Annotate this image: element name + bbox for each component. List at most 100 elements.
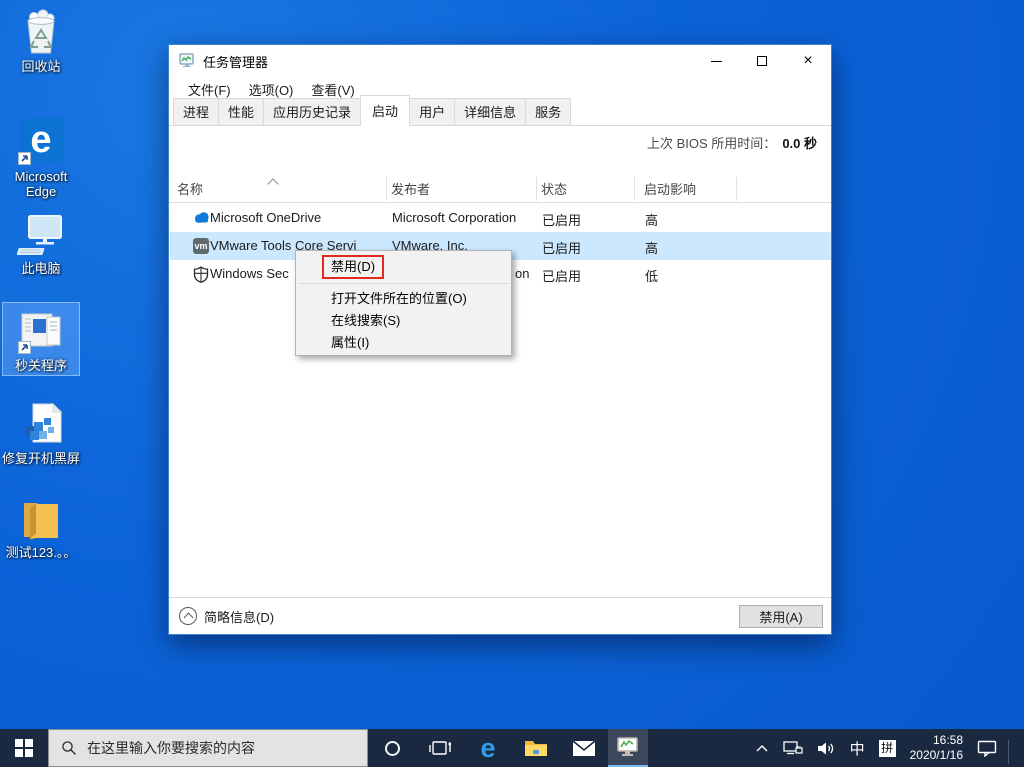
row-status: 已启用 xyxy=(542,213,582,228)
desktop-icon-microsoft-edge[interactable]: e Microsoft Edge xyxy=(2,116,80,199)
edge-taskbar-button[interactable]: e xyxy=(464,729,512,767)
minimize-icon xyxy=(710,60,722,62)
shortcut-arrow-icon xyxy=(18,152,31,165)
close-icon: × xyxy=(803,52,813,69)
last-bios-time: 上次 BIOS 所用时间： 0.0 秒 xyxy=(647,133,817,152)
desktop-icon-test-folder[interactable]: 测试123.。。 xyxy=(2,494,80,560)
desktop-icon-label: 此电脑 xyxy=(21,261,61,276)
context-menu-item-properties[interactable]: 属性(I) xyxy=(296,332,511,354)
recycle-bin-icon xyxy=(17,8,65,56)
column-header-status[interactable]: 状态 xyxy=(541,179,567,198)
tray-time: 16:58 xyxy=(932,733,963,747)
chevron-up-icon xyxy=(756,745,768,752)
speaker-icon xyxy=(817,742,833,754)
row-name: Microsoft OneDrive xyxy=(210,210,322,225)
desktop-icon-app-shortcut[interactable]: 秒关程序 xyxy=(2,302,80,376)
column-divider xyxy=(536,177,537,201)
row-name: Windows Sec xyxy=(210,266,289,281)
tray-divider xyxy=(1008,739,1009,764)
tab-services[interactable]: 服务 xyxy=(525,98,572,125)
desktop-icon-this-pc[interactable]: 此电脑 xyxy=(2,210,80,276)
fewer-details-toggle[interactable]: 简略信息(D) xyxy=(204,607,274,626)
volume-button[interactable] xyxy=(812,729,841,767)
table-header: 名称 发布者 状态 启动影响 xyxy=(169,175,831,203)
system-tray: 中 拼 16:58 2020/1/16 xyxy=(750,729,1024,767)
search-icon xyxy=(61,740,77,756)
close-button[interactable]: × xyxy=(785,45,831,77)
column-header-publisher[interactable]: 发布者 xyxy=(391,179,430,198)
mail-button[interactable] xyxy=(560,729,608,767)
this-pc-icon xyxy=(17,210,65,258)
minimize-button[interactable] xyxy=(693,45,739,77)
desktop-icon-label: 秒关程序 xyxy=(14,358,67,373)
context-menu-item-disable[interactable]: 禁用(D) xyxy=(296,254,511,281)
row-publisher: Microsoft Corporation xyxy=(392,210,517,225)
row-publisher-fragment: on xyxy=(515,266,530,281)
taskbar-search-box[interactable]: 在这里输入你要搜索的内容 xyxy=(48,729,368,767)
tray-expand-button[interactable] xyxy=(750,729,774,767)
vmware-icon: vm xyxy=(193,238,209,254)
table-row[interactable]: Microsoft OneDrive Microsoft Corporation… xyxy=(170,204,831,232)
ime-language-button[interactable]: 中 xyxy=(845,729,870,767)
maximize-button[interactable] xyxy=(739,45,785,77)
column-divider xyxy=(386,177,387,201)
title-bar[interactable]: 任务管理器 × xyxy=(169,45,831,77)
task-manager-app-icon xyxy=(179,53,195,69)
bios-time-value: 0.0 秒 xyxy=(782,136,817,151)
desktop-icon-recycle-bin[interactable]: 回收站 xyxy=(2,8,80,74)
desktop-icon-label: 修复开机黑屏 xyxy=(2,451,81,466)
start-button[interactable] xyxy=(0,729,48,767)
menu-separator xyxy=(298,283,509,284)
mail-icon xyxy=(572,739,596,756)
cortana-icon xyxy=(384,740,400,756)
desktop-icon-label: 回收站 xyxy=(21,59,61,74)
onedrive-cloud-icon xyxy=(193,210,209,226)
column-header-impact[interactable]: 启动影响 xyxy=(644,179,696,198)
row-impact: 低 xyxy=(645,269,659,284)
disable-button[interactable]: 禁用(A) xyxy=(739,605,823,628)
ime-mode-button[interactable]: 拼 xyxy=(874,729,901,767)
edge-icon: e xyxy=(17,118,65,166)
desktop-icon-label: 测试123.。。 xyxy=(5,545,77,560)
task-manager-taskbar-button[interactable] xyxy=(608,729,648,767)
row-status: 已启用 xyxy=(542,269,582,284)
bios-time-label: 上次 BIOS 所用时间： xyxy=(647,136,777,151)
tab-processes[interactable]: 进程 xyxy=(173,98,220,125)
clock[interactable]: 16:58 2020/1/16 xyxy=(905,729,968,767)
desktop-icon-label: Microsoft Edge xyxy=(14,169,68,199)
cortana-button[interactable] xyxy=(368,729,416,767)
task-view-button[interactable] xyxy=(416,729,464,767)
pinyin-indicator: 拼 xyxy=(878,739,896,757)
context-menu-item-search-online[interactable]: 在线搜索(S) xyxy=(296,310,511,332)
task-view-icon xyxy=(429,741,451,755)
tab-users[interactable]: 用户 xyxy=(409,98,456,125)
context-menu: 禁用(D) 打开文件所在的位置(O) 在线搜索(S) 属性(I) xyxy=(295,250,512,356)
column-header-name[interactable]: 名称 xyxy=(177,179,203,198)
tab-strip: 进程 性能 应用历史记录 启动 用户 详细信息 服务 xyxy=(169,95,831,126)
action-center-button[interactable] xyxy=(972,729,1002,767)
action-center-icon xyxy=(977,740,997,757)
task-manager-icon xyxy=(617,737,638,756)
tab-performance[interactable]: 性能 xyxy=(218,98,265,125)
collapse-details-icon[interactable] xyxy=(179,607,197,625)
search-placeholder: 在这里输入你要搜索的内容 xyxy=(87,740,255,756)
windows-logo-icon xyxy=(15,739,33,757)
tab-startup[interactable]: 启动 xyxy=(360,95,411,126)
row-status: 已启用 xyxy=(542,241,582,256)
tab-details[interactable]: 详细信息 xyxy=(454,98,527,125)
file-explorer-button[interactable] xyxy=(512,729,560,767)
shortcut-arrow-icon xyxy=(18,341,31,354)
registry-file-icon xyxy=(17,400,65,448)
app-window-icon xyxy=(17,307,65,355)
network-status-button[interactable] xyxy=(778,729,808,767)
window-title: 任务管理器 xyxy=(203,54,269,70)
column-divider xyxy=(634,177,635,201)
maximize-icon xyxy=(757,56,767,66)
taskbar: 在这里输入你要搜索的内容 e 中 拼 16:58 2020/1/16 xyxy=(0,729,1024,767)
edge-icon: e xyxy=(480,732,496,763)
column-divider xyxy=(736,177,737,201)
tab-app-history[interactable]: 应用历史记录 xyxy=(263,98,362,125)
desktop-icon-registry-fix[interactable]: 修复开机黑屏 xyxy=(2,400,80,466)
context-menu-item-open-file-location[interactable]: 打开文件所在的位置(O) xyxy=(296,288,511,310)
folder-icon xyxy=(17,494,65,542)
